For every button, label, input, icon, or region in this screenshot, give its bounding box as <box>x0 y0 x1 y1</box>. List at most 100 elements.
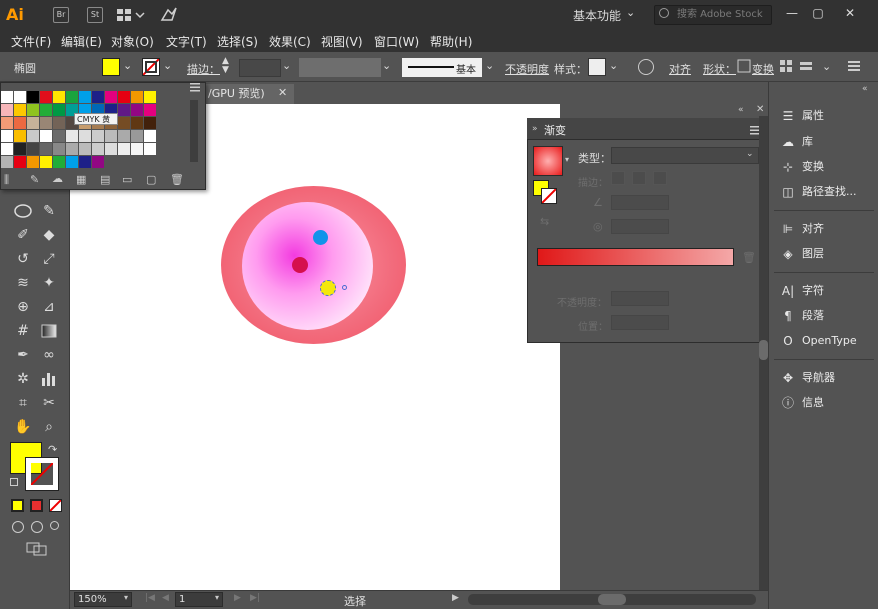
color-swatch[interactable] <box>131 91 143 103</box>
color-swatch[interactable] <box>1 91 13 103</box>
close-icon[interactable]: ✕ <box>278 86 290 102</box>
color-swatch[interactable] <box>92 156 104 168</box>
stock-search-input[interactable]: 搜索 Adobe Stock <box>654 5 772 25</box>
color-swatch[interactable] <box>144 156 156 168</box>
paintbrush-tool-icon[interactable]: ✎ <box>38 200 60 222</box>
color-swatch[interactable] <box>40 156 52 168</box>
color-swatch[interactable] <box>144 130 156 142</box>
next-artboard-button[interactable]: ▶ <box>234 593 241 603</box>
scale-tool-icon[interactable]: ⤢ <box>38 248 60 270</box>
color-swatch[interactable] <box>40 91 52 103</box>
chevron-down-icon[interactable]: ▾ <box>215 593 219 602</box>
color-swatch[interactable] <box>79 130 91 142</box>
gradient-tool-icon[interactable] <box>38 320 60 342</box>
color-swatch[interactable] <box>14 156 26 168</box>
color-swatch[interactable] <box>27 104 39 116</box>
red-dot[interactable] <box>292 257 308 273</box>
chevron-down-icon[interactable]: ⌄ <box>822 60 831 73</box>
color-swatch[interactable] <box>53 143 65 155</box>
chevron-down-icon[interactable]: ⌄ <box>609 59 618 72</box>
close-button[interactable]: ✕ <box>840 4 860 22</box>
gradient-mode-button[interactable] <box>30 499 43 512</box>
transform-link[interactable]: 变换 <box>752 61 774 77</box>
color-swatch[interactable] <box>66 91 78 103</box>
color-swatch[interactable] <box>14 130 26 142</box>
menu-help[interactable]: 帮助(H) <box>430 33 472 50</box>
color-swatch[interactable] <box>131 104 143 116</box>
color-swatch[interactable] <box>131 130 143 142</box>
color-swatch[interactable] <box>53 130 65 142</box>
color-swatch[interactable] <box>1 130 13 142</box>
stop-location-input[interactable] <box>611 315 669 330</box>
color-swatch[interactable] <box>144 91 156 103</box>
color-swatch[interactable] <box>1 143 13 155</box>
angle-input[interactable] <box>611 195 669 210</box>
menu-type[interactable]: 文字(T) <box>166 33 207 50</box>
color-swatch[interactable] <box>27 130 39 142</box>
color-swatch[interactable] <box>144 143 156 155</box>
stroke-gradient-along-icon[interactable] <box>632 171 646 185</box>
new-swatch-icon[interactable]: ▢ <box>146 173 156 186</box>
color-swatch[interactable] <box>105 91 117 103</box>
menu-object[interactable]: 对象(O) <box>111 33 154 50</box>
color-swatch[interactable] <box>27 117 39 129</box>
perspective-grid-tool-icon[interactable]: ⊿ <box>38 296 60 318</box>
mesh-tool-icon[interactable]: # <box>12 320 34 342</box>
align-to-icon[interactable] <box>780 60 792 72</box>
status-menu-arrow[interactable]: ▶ <box>452 593 459 603</box>
stroke-color-swatch[interactable] <box>142 58 160 76</box>
color-swatch[interactable] <box>131 117 143 129</box>
dock-item-paragraph[interactable]: ¶ 段落 <box>780 306 876 326</box>
dock-item-navigator[interactable]: ✥ 导航器 <box>780 368 876 388</box>
color-swatch[interactable] <box>40 117 52 129</box>
arrange-documents-icon[interactable] <box>116 7 146 23</box>
color-swatch[interactable] <box>66 156 78 168</box>
dock-item-libraries[interactable]: ☁ 库 <box>780 132 876 152</box>
color-swatch[interactable] <box>92 130 104 142</box>
collapse-dock-icon[interactable]: « <box>862 84 868 94</box>
zoom-tool-icon[interactable]: ⌕ <box>38 416 60 438</box>
workspace-switcher[interactable]: 基本功能 <box>573 7 621 24</box>
color-swatch[interactable] <box>79 143 91 155</box>
color-swatch[interactable] <box>105 130 117 142</box>
horizontal-scroll-thumb[interactable] <box>598 594 626 605</box>
color-mode-button[interactable] <box>11 499 24 512</box>
reverse-gradient-icon[interactable]: ⇆ <box>540 215 549 228</box>
color-swatch[interactable] <box>66 130 78 142</box>
blend-tool-icon[interactable]: ∞ <box>38 344 60 366</box>
color-swatch[interactable] <box>144 104 156 116</box>
close-icon[interactable]: ✕ <box>756 104 764 115</box>
dock-item-pathfinder[interactable]: ◫ 路径查找... <box>780 182 876 202</box>
swatch-options-icon[interactable]: ▤ <box>100 173 110 186</box>
swap-fill-stroke-icon[interactable]: ↷ <box>48 443 57 456</box>
menu-window[interactable]: 窗口(W) <box>374 33 419 50</box>
default-fill-stroke-icon[interactable] <box>10 478 18 486</box>
swatches-menu-icon[interactable] <box>190 82 202 92</box>
color-swatch[interactable] <box>1 117 13 129</box>
gradient-slider[interactable] <box>537 248 734 266</box>
brush-definition[interactable]: 基本 <box>402 58 482 77</box>
minimize-button[interactable]: — <box>782 4 802 22</box>
blue-dot[interactable] <box>313 230 328 245</box>
chevron-down-icon[interactable]: ⌄ <box>626 6 635 19</box>
color-swatch[interactable] <box>14 117 26 129</box>
previous-artboard-button[interactable]: ◀ <box>162 593 169 603</box>
stroke-weight-label[interactable]: 描边： <box>187 61 220 77</box>
chevron-down-icon[interactable]: ⌄ <box>746 149 754 159</box>
dock-item-layers[interactable]: ◈ 图层 <box>780 244 876 264</box>
width-tool-icon[interactable]: ≋ <box>12 272 34 294</box>
gradient-stroke-swatch[interactable] <box>541 188 557 204</box>
draw-behind-icon[interactable] <box>31 521 43 533</box>
aspect-ratio-input[interactable] <box>611 219 669 234</box>
swatches-scrollbar[interactable] <box>190 100 198 162</box>
color-swatch[interactable] <box>40 130 52 142</box>
delete-stop-icon[interactable]: 🗑 <box>742 251 756 264</box>
color-swatch[interactable] <box>14 143 26 155</box>
show-swatch-kinds-icon[interactable]: ▦ <box>76 173 86 186</box>
color-swatch[interactable] <box>27 156 39 168</box>
color-swatch[interactable] <box>131 143 143 155</box>
stroke-stepper[interactable]: ▲ ▼ <box>222 57 236 77</box>
color-swatch[interactable] <box>131 156 143 168</box>
collapse-icon[interactable]: » <box>532 124 538 134</box>
dock-item-align[interactable]: ⊫ 对齐 <box>780 219 876 239</box>
